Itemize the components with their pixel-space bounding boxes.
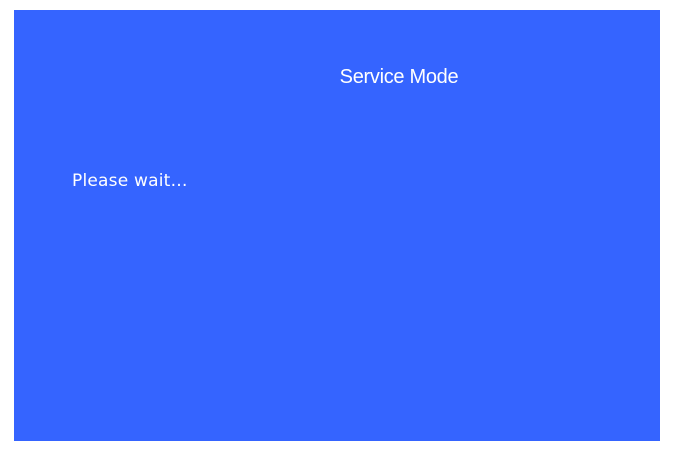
- status-message: Please wait…: [72, 171, 188, 191]
- screen-title: Service Mode: [339, 66, 459, 88]
- service-mode-screen: Service Mode Please wait…: [14, 10, 660, 441]
